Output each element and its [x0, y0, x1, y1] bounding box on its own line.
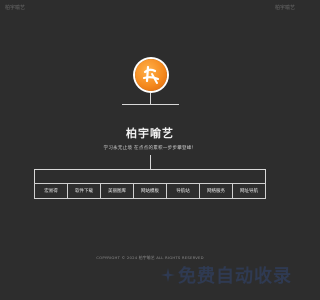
watermark-banner: 免费自动收录 [161, 262, 292, 288]
nav-connector-horizontal [34, 169, 266, 170]
nav-item-url-directory[interactable]: 网址导航 [232, 183, 266, 199]
nav-item-site-templates[interactable]: 网站模板 [133, 183, 167, 199]
nav-connector-drop-left [34, 169, 35, 183]
footer-copyright: COPYRIGHT © 2024 柏宇喻艺 ALL RIGHTS RESERVE… [96, 255, 204, 260]
corner-watermark-left: 柏宇喻艺 [5, 5, 26, 11]
nav-item-nav-site[interactable]: 导航站 [166, 183, 200, 199]
site-logo[interactable] [135, 59, 167, 91]
nav-item-hongyide[interactable]: 宏易得 [34, 183, 68, 199]
watermark-text: 免费自动收录 [178, 266, 292, 287]
main-nav: 宏易得 软件下载 美丽图库 网站模板 导航站 网络服务 网址导航 [34, 183, 266, 199]
logo-connector-vertical [150, 93, 151, 104]
nav-connector-drop-right [265, 169, 266, 183]
site-title: 柏宇喻艺 [126, 127, 174, 140]
nav-item-software-download[interactable]: 软件下载 [67, 183, 101, 199]
nav-item-gallery[interactable]: 美丽图库 [100, 183, 134, 199]
site-subtitle: 学习永无止境 在点点的累积一步步攀登峰！ [103, 146, 197, 151]
title-divider [122, 104, 179, 105]
sparkle-icon [161, 268, 175, 282]
corner-watermark-right: 柏宇喻艺 [274, 5, 295, 11]
chinese-character-logo-icon [142, 65, 160, 84]
nav-item-network-services[interactable]: 网络服务 [199, 183, 233, 199]
subtitle-connector-vertical [150, 155, 151, 169]
